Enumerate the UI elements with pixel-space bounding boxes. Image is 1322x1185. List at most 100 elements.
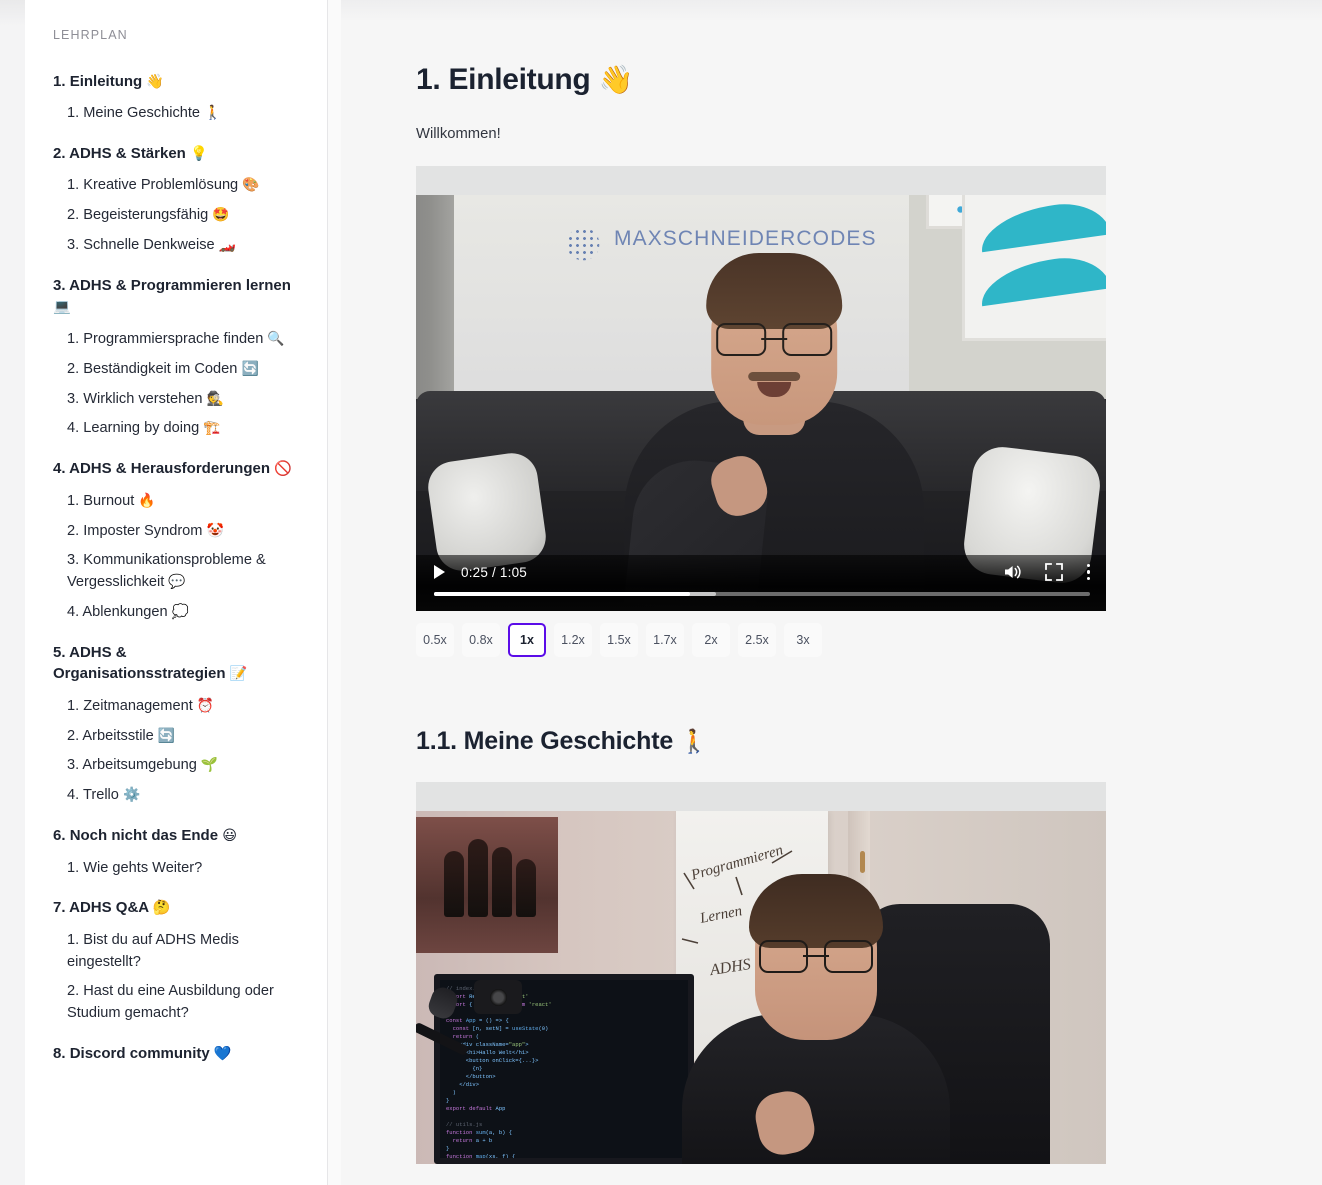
- wall-art-waves: [962, 195, 1106, 341]
- refresh-icon: 🔄: [241, 360, 259, 377]
- sidebar-item-wirklich-verstehen[interactable]: 3. Wirklich verstehen 🕵️: [51, 387, 301, 413]
- sidebar-item-meine-geschichte[interactable]: 1. Meine Geschichte 🚶: [51, 101, 301, 127]
- toc-sub-label: Begeisterungsfähig: [83, 207, 209, 224]
- toc-chapter-label: Discord community: [69, 1045, 210, 1063]
- toc-sub-label: Wirklich verstehen: [83, 390, 203, 407]
- toc-group: 2. ADHS & Stärken 💡 1. Kreative Probleml…: [51, 140, 301, 259]
- sidebar-item-ausbildung-studium[interactable]: 2. Hast du eine Ausbildung oder Studium …: [51, 979, 301, 1027]
- wave-shape: [977, 197, 1106, 253]
- sidebar-item-kreative-problemloesung[interactable]: 1. Kreative Problemlösung 🎨: [51, 173, 301, 199]
- toc-chapter-label: ADHS & Herausforderungen: [69, 460, 270, 478]
- sidebar-item-adhs-programmieren-lernen[interactable]: 3. ADHS & Programmieren lernen 💻: [51, 272, 301, 321]
- speed-button-0.8x[interactable]: 0.8x: [462, 623, 500, 657]
- toc-group: 1. Einleitung 👋 1. Meine Geschichte 🚶: [51, 68, 301, 127]
- toc-chapter-number: 2.: [53, 145, 66, 163]
- wave-icon: 👋: [598, 63, 634, 96]
- sidebar-item-imposter-syndrom[interactable]: 2. Imposter Syndrom 🤡: [51, 519, 301, 545]
- sidebar-item-programmiersprache-finden[interactable]: 1. Programmiersprache finden 🔍: [51, 327, 301, 353]
- video-letterbox-top: [416, 782, 1106, 811]
- speed-button-2.5x[interactable]: 2.5x: [738, 623, 776, 657]
- sidebar-item-ablenkungen[interactable]: 4. Ablenkungen 💭: [51, 600, 301, 626]
- speed-button-1.5x[interactable]: 1.5x: [600, 623, 638, 657]
- magnifier-icon: 🔍: [267, 330, 285, 347]
- toc-sub-label: Zeitmanagement: [83, 697, 193, 714]
- toc-chapter-label: ADHS & Organisationsstrategien: [53, 644, 226, 683]
- page-title-text: 1. Einleitung: [416, 63, 591, 96]
- subsection-title: 1.1. Meine Geschichte 🚶: [416, 727, 1322, 756]
- toc-sub-number: 1.: [67, 330, 80, 347]
- toc-sub-number: 3.: [67, 237, 80, 254]
- toc-sub-label: Arbeitsstile: [82, 727, 154, 744]
- toc-sub-label: Hast du eine Ausbildung oder Studium gem…: [67, 983, 274, 1022]
- toc-chapter-number: 3.: [53, 277, 66, 295]
- toc-sub-label: Kommunikationsprobleme & Vergesslichkeit: [67, 552, 266, 591]
- toc-chapter-label: Einleitung: [69, 73, 143, 90]
- fire-icon: 🔥: [138, 492, 156, 509]
- sidebar-item-arbeitsstile[interactable]: 2. Arbeitsstile 🔄: [51, 724, 301, 750]
- toc-group: 4. ADHS & Herausforderungen 🚫 1. Burnout…: [51, 455, 301, 626]
- fullscreen-icon[interactable]: [1044, 563, 1063, 581]
- chess-pieces: [442, 825, 542, 917]
- sidebar-item-burnout[interactable]: 1. Burnout 🔥: [51, 489, 301, 515]
- thinking-face-icon: 🤔: [152, 900, 171, 917]
- sidebar: LEHRPLAN 1. Einleitung 👋 1. Meine Geschi…: [25, 0, 328, 1185]
- video-progress-bar[interactable]: [434, 592, 1090, 596]
- video-player-einleitung[interactable]: MAXSCHNEIDERCODES 0:25 / 1:05: [416, 166, 1106, 611]
- video-player-meine-geschichte[interactable]: Programmieren Lernen ADHS // index.js {…: [416, 782, 1106, 1164]
- presenter-moustache: [748, 372, 801, 381]
- sidebar-item-kommunikationsprobleme[interactable]: 3. Kommunikationsprobleme & Vergesslichk…: [51, 548, 301, 596]
- lightbulb-icon: 💡: [190, 146, 208, 163]
- sidebar-item-adhs-herausforderungen[interactable]: 4. ADHS & Herausforderungen 🚫: [51, 455, 301, 482]
- memo-icon: 📝: [229, 666, 248, 683]
- sidebar-item-noch-nicht-das-ende[interactable]: 6. Noch nicht das Ende 😃: [51, 822, 301, 849]
- toc-chapter-label: ADHS & Stärken: [69, 145, 186, 163]
- left-gutter: [0, 0, 25, 1185]
- sidebar-heading: LEHRPLAN: [53, 28, 128, 42]
- speed-button-1.7x[interactable]: 1.7x: [646, 623, 684, 657]
- toc-sub-number: 2.: [67, 983, 80, 1000]
- play-icon[interactable]: [434, 565, 445, 579]
- sidebar-item-schnelle-denkweise[interactable]: 3. Schnelle Denkweise 🏎️: [51, 233, 301, 259]
- sidebar-item-adhs-organisationsstrategien[interactable]: 5. ADHS & Organisationsstrategien 📝: [51, 639, 301, 688]
- sidebar-item-adhs-medis[interactable]: 1. Bist du auf ADHS Medis eingestellt?: [51, 928, 301, 976]
- toc-sub-number: 1.: [67, 859, 80, 876]
- toc-chapter-label: ADHS Q&A: [69, 899, 149, 917]
- sidebar-item-trello[interactable]: 4. Trello ⚙️: [51, 783, 301, 809]
- sidebar-item-einleitung[interactable]: 1. Einleitung 👋: [51, 68, 301, 95]
- sidebar-item-arbeitsumgebung[interactable]: 3. Arbeitsumgebung 🌱: [51, 753, 301, 779]
- sidebar-item-wie-gehts-weiter[interactable]: 1. Wie gehts Weiter?: [51, 856, 301, 882]
- kebab-menu-icon[interactable]: [1086, 563, 1090, 581]
- speed-button-2x[interactable]: 2x: [692, 623, 730, 657]
- sidebar-item-adhs-staerken[interactable]: 2. ADHS & Stärken 💡: [51, 140, 301, 167]
- speed-button-1.2x[interactable]: 1.2x: [554, 623, 592, 657]
- sidebar-item-discord-community[interactable]: 8. Discord community 💙: [51, 1040, 301, 1067]
- intro-paragraph: Willkommen!: [416, 126, 501, 142]
- sidebar-item-begeisterungsfaehig[interactable]: 2. Begeisterungsfähig 🤩: [51, 203, 301, 229]
- speed-button-0.5x[interactable]: 0.5x: [416, 623, 454, 657]
- sidebar-item-bestaendigkeit-im-coden[interactable]: 2. Beständigkeit im Coden 🔄: [51, 357, 301, 383]
- toc-sub-label: Ablenkungen: [82, 604, 168, 621]
- toc-sub-label: Trello: [82, 787, 119, 804]
- toc-chapter-number: 8.: [53, 1045, 66, 1063]
- sidebar-item-zeitmanagement[interactable]: 1. Zeitmanagement ⏰: [51, 694, 301, 720]
- glasses-bridge: [761, 337, 788, 340]
- wave-shape: [977, 251, 1106, 307]
- toc-sub-number: 2.: [67, 522, 80, 539]
- sidebar-item-learning-by-doing[interactable]: 4. Learning by doing 🏗️: [51, 416, 301, 442]
- video-controls: 0:25 / 1:05: [416, 555, 1106, 611]
- chess-piece: [516, 859, 536, 917]
- seedling-icon: 🌱: [200, 757, 219, 774]
- star-struck-icon: 🤩: [212, 207, 230, 224]
- sidebar-divider-strip: [328, 0, 341, 1185]
- toc-chapter-number: 6.: [53, 827, 66, 845]
- main-content: 1. Einleitung 👋 Willkommen! MAXSCHNEIDER…: [341, 0, 1322, 1185]
- toc-sub-number: 1.: [67, 177, 80, 194]
- speed-button-3x[interactable]: 3x: [784, 623, 822, 657]
- sidebar-item-adhs-qa[interactable]: 7. ADHS Q&A 🤔: [51, 894, 301, 921]
- chess-piece: [444, 851, 464, 917]
- table-of-contents: 1. Einleitung 👋 1. Meine Geschichte 🚶 2.…: [25, 68, 327, 1068]
- volume-icon[interactable]: [1003, 563, 1023, 581]
- gear-icon: ⚙️: [122, 787, 141, 804]
- speed-button-1x[interactable]: 1x: [508, 623, 546, 657]
